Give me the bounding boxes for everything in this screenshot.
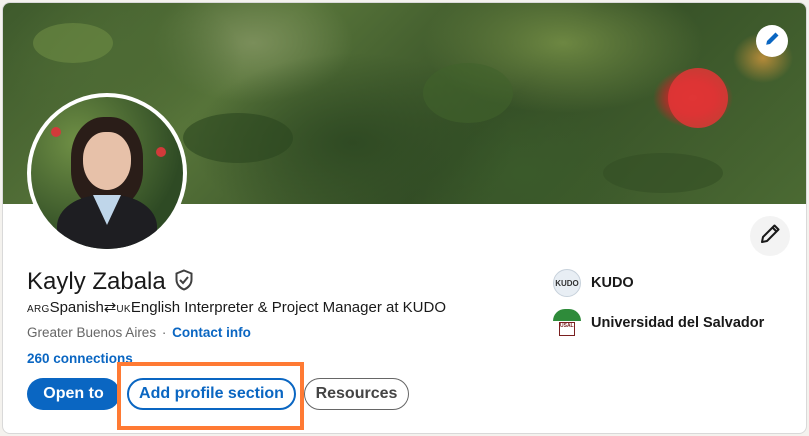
org-name: Universidad del Salvador [591,315,765,331]
connections-link[interactable]: 260 connections [27,351,133,366]
kudo-logo: KUDO [553,269,581,297]
open-to-button[interactable]: Open to [27,378,120,410]
add-profile-section-button[interactable]: Add profile section [127,378,296,410]
headline-country-from: ARG [27,304,50,315]
usal-logo-text: USAL [560,323,574,329]
org-name: KUDO [591,275,634,291]
location-row: Greater Buenos Aires · Contact info [27,325,251,340]
avatar-face [83,132,131,190]
usal-logo-arc [553,309,581,321]
headline-rest: English Interpreter & Project Manager at… [130,299,447,316]
avatar [31,97,183,249]
banner-foliage [183,113,293,163]
org-current-company[interactable]: KUDO KUDO [553,269,634,297]
profile-photo[interactable] [27,93,187,253]
separator: · [161,325,167,340]
edit-intro-button[interactable] [750,216,790,256]
swap-arrow-icon: ⇄ [103,299,117,316]
banner-foliage [423,63,513,123]
avatar-flower [51,127,61,137]
name-row: Kayly Zabala [27,268,194,296]
location: Greater Buenos Aires [27,325,157,340]
contact-info-link[interactable]: Contact info [172,325,251,340]
profile-headline: ARGSpanish⇄UKEnglish Interpreter & Proje… [27,298,446,316]
pencil-icon [764,31,780,52]
profile-card: Kayly Zabala ARGSpanish⇄UKEnglish Interp… [2,2,807,434]
edit-banner-button[interactable] [756,25,788,57]
pencil-icon [759,223,781,250]
hibiscus-flower [668,68,728,128]
banner-foliage [33,23,113,63]
org-education[interactable]: USAL Universidad del Salvador [553,309,764,337]
shield-check-icon[interactable] [174,268,194,296]
avatar-flower [156,147,166,157]
banner-foliage [603,153,723,193]
usal-logo: USAL [553,309,581,337]
resources-button[interactable]: Resources [304,378,409,410]
headline-country-to: UK [116,304,131,315]
headline-lang-from: Spanish [49,299,104,316]
profile-name: Kayly Zabala [27,268,166,295]
